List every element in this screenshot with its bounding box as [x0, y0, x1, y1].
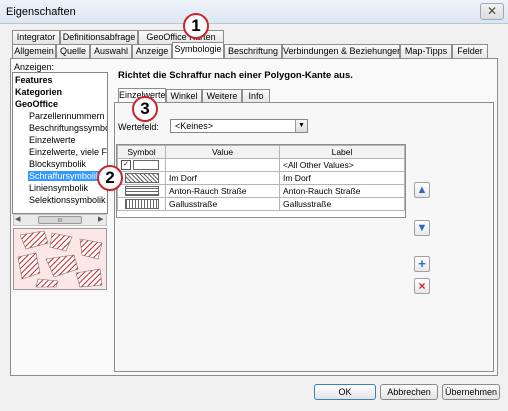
callout-badge-1: 1 [183, 13, 209, 39]
vertical-hatch-swatch [124, 199, 159, 210]
symbol-cell[interactable] [117, 197, 166, 211]
tab-symbologie[interactable]: Symbologie [172, 42, 224, 58]
tab-definitionsabfrage[interactable]: Definitionsabfrage [60, 30, 138, 44]
tree-features[interactable]: Features [15, 75, 53, 85]
tree-selektionssymbolik[interactable]: Selektionssymbolik [29, 195, 106, 205]
tree-einzelwerte[interactable]: Einzelwerte [29, 135, 76, 145]
window-title: Eigenschaften [6, 6, 76, 18]
field-label: Wertefeld: [118, 122, 159, 132]
table-row[interactable]: ✓ <All Other Values> [117, 158, 405, 172]
tab-quelle[interactable]: Quelle [56, 44, 90, 58]
value-field-select[interactable]: <Keines> ▼ [170, 119, 308, 133]
scroll-right-icon[interactable]: ▶ [98, 215, 103, 225]
subtab-panel [114, 102, 494, 372]
callout-badge-2: 2 [97, 165, 123, 191]
subtab-info[interactable]: Info [242, 89, 270, 103]
chevron-down-icon[interactable]: ▼ [295, 120, 307, 132]
add-value-button[interactable]: + [414, 256, 430, 272]
tab-allgemein[interactable]: Allgemein [12, 44, 56, 58]
scroll-thumb[interactable]: III [38, 216, 82, 224]
value-cell[interactable]: Gallusstraße [165, 197, 280, 211]
horizontal-hatch-swatch [124, 186, 159, 197]
label-cell[interactable]: <All Other Values> [279, 158, 405, 172]
tree-schraffursymbolik[interactable]: Schraffursymbolik [28, 171, 102, 181]
symbology-description: Richtet die Schraffur nach einer Polygon… [118, 70, 353, 81]
tree-einzelwerte-viele[interactable]: Einzelwerte, viele Fe [29, 147, 107, 157]
tab-integrator[interactable]: Integrator [12, 30, 60, 44]
tab-verbindungen[interactable]: Verbindungen & Beziehungen [282, 44, 402, 58]
title-bar [0, 0, 508, 24]
checkbox[interactable]: ✓ [121, 160, 131, 171]
tree-beschriftungssymbol[interactable]: Beschriftungssymbol [29, 123, 107, 133]
close-button[interactable]: ✕ [480, 3, 504, 20]
symbol-cell[interactable] [117, 184, 166, 198]
tab-beschriftung[interactable]: Beschriftung [224, 44, 282, 58]
tab-anzeige[interactable]: Anzeige [132, 44, 172, 58]
cancel-button[interactable]: Abbrechen [380, 384, 438, 400]
hatch-preview-graphic [17, 230, 103, 288]
value-field-text: <Keines> [175, 121, 214, 131]
tree-kategorien[interactable]: Kategorien [15, 87, 62, 97]
subtab-winkel[interactable]: Winkel [166, 89, 202, 103]
ok-button[interactable]: OK [314, 384, 376, 400]
tree-parzellennummern[interactable]: Parzellennummern [29, 111, 105, 121]
value-cell[interactable]: Im Dorf [165, 171, 280, 185]
tree-blocksymbolik[interactable]: Blocksymbolik [29, 159, 86, 169]
symbol-swatch [133, 160, 160, 171]
tree-geooffice[interactable]: GeoOffice [15, 99, 58, 109]
label-cell[interactable]: Anton-Rauch Straße [279, 184, 405, 198]
tab-map-tipps[interactable]: Map-Tipps [400, 44, 452, 58]
value-cell[interactable]: Anton-Rauch Straße [165, 184, 280, 198]
tree-scrollbar[interactable]: ◀ III ▶ [13, 214, 107, 226]
values-table[interactable]: Symbol Value Label ✓ <All Other Values> … [116, 144, 406, 218]
symbology-preview-image [13, 228, 107, 290]
header-value[interactable]: Value [165, 145, 280, 159]
label-cell[interactable]: Im Dorf [279, 171, 405, 185]
header-label[interactable]: Label [279, 145, 405, 159]
header-symbol[interactable]: Symbol [117, 145, 166, 159]
remove-value-button[interactable]: × [414, 278, 430, 294]
tree-liniensymbolik[interactable]: Liniensymbolik [29, 183, 88, 193]
value-cell[interactable] [165, 158, 280, 172]
apply-button[interactable]: Übernehmen [442, 384, 500, 400]
tab-auswahl[interactable]: Auswahl [90, 44, 132, 58]
crosshatch-swatch [124, 173, 159, 184]
move-up-button[interactable]: ▲ [414, 182, 430, 198]
table-row[interactable]: Anton-Rauch Straße Anton-Rauch Straße [117, 184, 405, 198]
symbol-cell[interactable] [117, 171, 166, 185]
subtab-weitere[interactable]: Weitere [202, 89, 242, 103]
table-row[interactable]: Gallusstraße Gallusstraße [117, 197, 405, 211]
show-label: Anzeigen: [14, 62, 55, 72]
table-row[interactable]: Im Dorf Im Dorf [117, 171, 405, 185]
tab-felder[interactable]: Felder [452, 44, 488, 58]
symbol-cell[interactable]: ✓ [117, 158, 166, 172]
scroll-left-icon[interactable]: ◀ [15, 215, 20, 225]
callout-badge-3: 3 [132, 96, 158, 122]
label-cell[interactable]: Gallusstraße [279, 197, 405, 211]
move-down-button[interactable]: ▼ [414, 220, 430, 236]
symbology-tree[interactable]: Features Kategorien GeoOffice Parzellenn… [12, 72, 108, 214]
